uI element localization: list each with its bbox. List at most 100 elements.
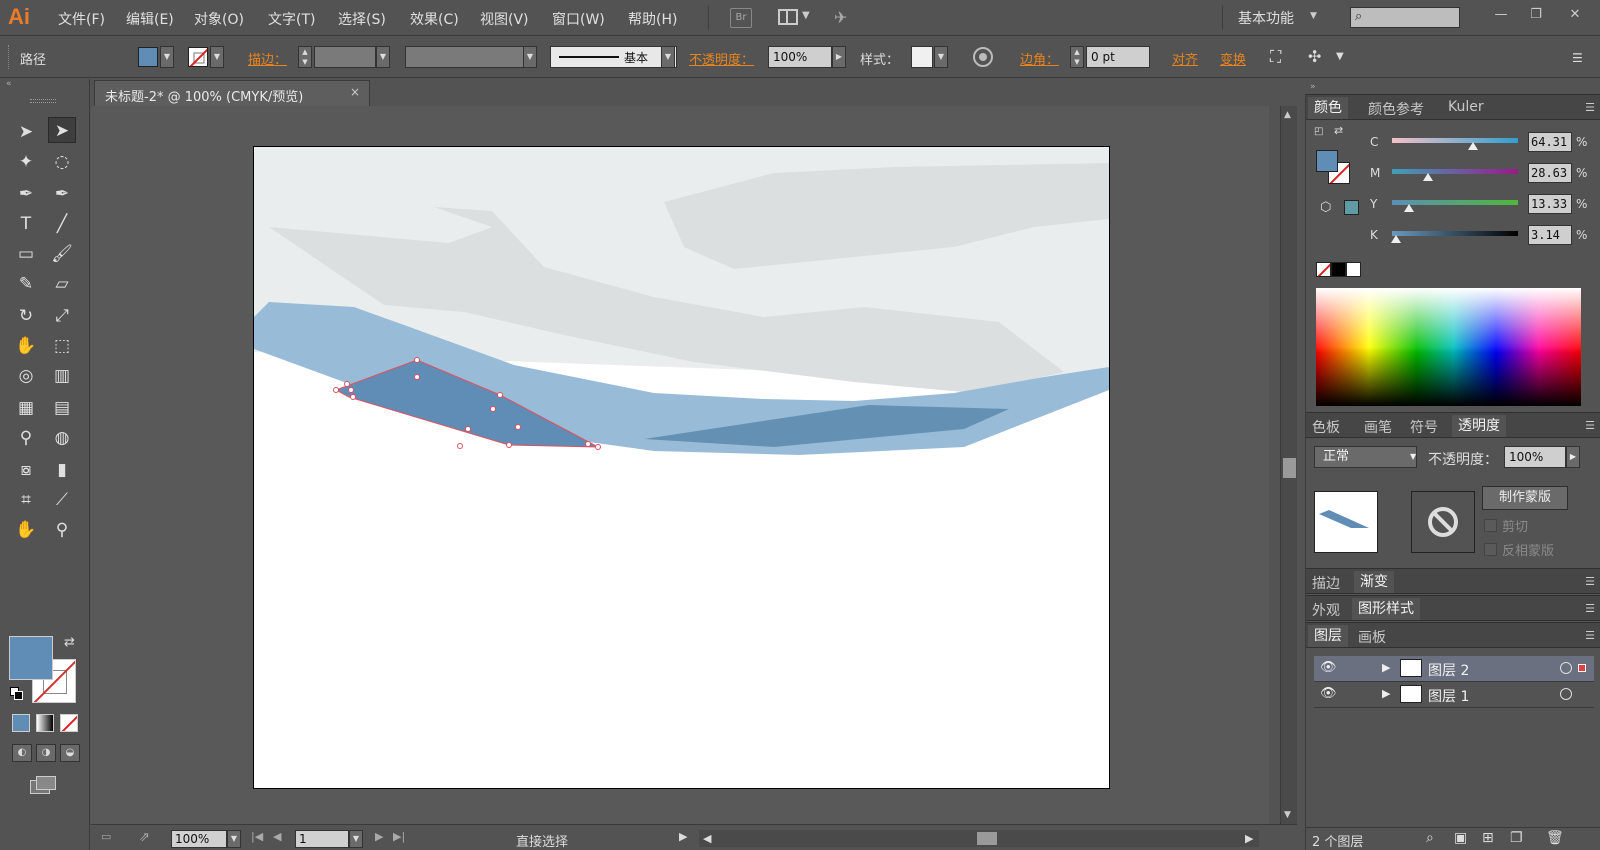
out-of-gamut-swatch[interactable] [1344,200,1359,215]
fill-dropdown[interactable]: ▼ [160,46,174,68]
eyedropper-tool-icon[interactable]: ⚲ [12,425,40,451]
panel-menu-icon[interactable]: ☰ [1585,602,1595,615]
slice-tool-icon[interactable]: ⟋ [48,487,76,513]
scroll-right-icon[interactable]: ▶ [1245,832,1253,845]
eye-icon[interactable]: 👁 [1320,686,1337,701]
horizontal-scroll-thumb[interactable] [977,832,997,845]
gpu-preview-icon[interactable]: ▭ [101,830,111,843]
column-graph-tool-icon[interactable]: ▮ [48,457,76,483]
horizontal-scrollbar[interactable]: ◀ ▶ [699,830,1259,847]
tab-color[interactable]: 颜色 [1308,97,1348,119]
status-menu-icon[interactable]: ▶ [679,830,687,843]
swap-fill-stroke-icon[interactable]: ⇄ [64,635,75,650]
stroke-swatch[interactable] [188,47,208,67]
layer-name[interactable]: 图层 2 [1428,660,1469,680]
scroll-up-icon[interactable]: ▲ [1284,110,1291,120]
lasso-tool-icon[interactable]: ◌ [48,149,76,175]
channel-slider-thumb[interactable] [1468,142,1479,150]
locate-object-icon[interactable]: ⌕ [1426,830,1434,846]
chevron-down-icon[interactable]: ▼ [1336,51,1344,62]
search-input[interactable]: ⌕ [1350,7,1460,28]
stroke-weight-label[interactable]: 描边： [248,49,287,68]
channel-value-field[interactable]: 28.63 [1528,163,1572,183]
expand-arrow-icon[interactable]: ▶ [1382,687,1390,700]
last-artboard-icon[interactable]: ▶| [393,830,405,843]
tab-symbols[interactable]: 符号 [1410,417,1438,437]
gamut-warning-icon[interactable]: ⬡ [1320,200,1331,215]
menu-edit[interactable]: 编辑(E) [126,9,174,29]
menu-window[interactable]: 窗口(W) [552,9,605,29]
isolate-icon[interactable]: ⛶ [1270,47,1281,67]
new-sublayer-icon[interactable]: ⊞ [1482,830,1494,846]
variable-width-dropdown[interactable]: ▼ [523,46,537,68]
menu-select[interactable]: 选择(S) [338,9,386,29]
vertical-scroll-thumb[interactable] [1283,458,1296,478]
panel-menu-icon[interactable]: ☰ [1572,51,1583,65]
swap-colors-icon[interactable]: ⇄ [1334,124,1343,137]
draw-behind-icon[interactable]: ◑ [36,744,56,762]
corner-label[interactable]: 边角： [1020,49,1059,68]
tab-stroke[interactable]: 描边 [1312,573,1340,593]
style-dropdown[interactable]: ▼ [934,46,948,68]
artwork[interactable] [254,147,1109,788]
graphic-style-swatch[interactable] [911,46,933,68]
zoom-dropdown[interactable]: ▼ [227,830,241,848]
transform-button[interactable]: 变换 [1220,49,1246,68]
none-mode-button[interactable] [60,714,78,732]
share-icon[interactable]: ⇗ [139,830,150,845]
hand-tool-icon[interactable]: ✋ [12,517,40,543]
artboard-tool-icon[interactable]: ⌗ [12,487,40,513]
stroke-weight-dropdown[interactable]: ▼ [376,46,390,68]
opacity-dropdown[interactable]: ▶ [832,46,846,68]
grip-handle[interactable] [8,45,11,69]
document-tab[interactable]: 未标题-2* @ 100% (CMYK/预览) × [94,80,370,106]
stroke-dropdown[interactable]: ▼ [210,46,224,68]
workspace-switcher[interactable]: 基本功能 [1238,8,1294,28]
tab-transparency[interactable]: 透明度 [1452,415,1506,437]
panel-menu-icon[interactable]: ☰ [1585,575,1595,588]
tab-layers[interactable]: 图层 [1308,625,1348,647]
direct-selection-tool-icon[interactable]: ➤ [48,117,76,143]
menu-type[interactable]: 文字(T) [268,9,315,29]
sync-settings-icon[interactable]: ✈ [834,8,847,27]
paintbrush-tool-icon[interactable]: 🖌 [48,241,76,267]
pencil-tool-icon[interactable]: ✎ [12,271,40,297]
pen-tool-icon[interactable]: ✒ [12,181,40,207]
transparency-opacity-field[interactable]: 100% [1504,446,1566,468]
panel-menu-icon[interactable]: ☰ [1585,629,1595,642]
free-transform-tool-icon[interactable]: ⬚ [48,333,76,359]
perspective-grid-tool-icon[interactable]: ▥ [48,363,76,389]
blend-tool-icon[interactable]: ◍ [48,425,76,451]
opacity-slider-button[interactable]: ▶ [1566,446,1580,468]
layer-row[interactable]: 👁 ▶ 图层 2 [1314,656,1594,682]
minimize-button[interactable]: — [1486,4,1516,26]
channel-slider-track[interactable] [1392,169,1518,174]
channel-slider-track[interactable] [1392,231,1518,236]
zoom-field[interactable]: 100% [171,830,227,848]
delete-layer-icon[interactable]: 🗑 [1546,830,1564,846]
channel-slider-track[interactable] [1392,138,1518,143]
expand-arrow-icon[interactable]: ▶ [1382,661,1390,674]
fill-color-box[interactable] [9,636,53,680]
channel-slider-thumb[interactable] [1390,235,1401,243]
layer-row[interactable]: 👁 ▶ 图层 1 [1314,682,1594,708]
scroll-down-icon[interactable]: ▼ [1284,810,1291,820]
color-spectrum-picker[interactable] [1316,288,1581,406]
layer-target-icon[interactable] [1560,662,1572,674]
eye-icon[interactable]: 👁 [1320,660,1337,675]
tab-color-guide[interactable]: 颜色参考 [1368,99,1424,119]
vertical-scrollbar[interactable]: ▲ ▼ [1280,106,1297,824]
layer-name[interactable]: 图层 1 [1428,686,1469,706]
channel-value-field[interactable]: 13.33 [1528,194,1572,214]
artboard-dropdown[interactable]: ▼ [349,830,363,848]
current-tool-status[interactable]: 直接选择 [516,831,568,850]
default-colors-icon[interactable]: ◰ [1314,126,1323,137]
gradient-tool-icon[interactable]: ▤ [48,395,76,421]
corner-radius-field[interactable]: 0 pt [1086,46,1150,68]
channel-slider-thumb[interactable] [1423,173,1434,181]
recolor-artwork-icon[interactable] [973,47,993,67]
object-thumbnail[interactable] [1314,491,1378,553]
symbol-sprayer-tool-icon[interactable]: ⧇ [12,457,40,483]
close-window-button[interactable]: ✕ [1560,4,1590,26]
artboard[interactable] [253,146,1110,789]
